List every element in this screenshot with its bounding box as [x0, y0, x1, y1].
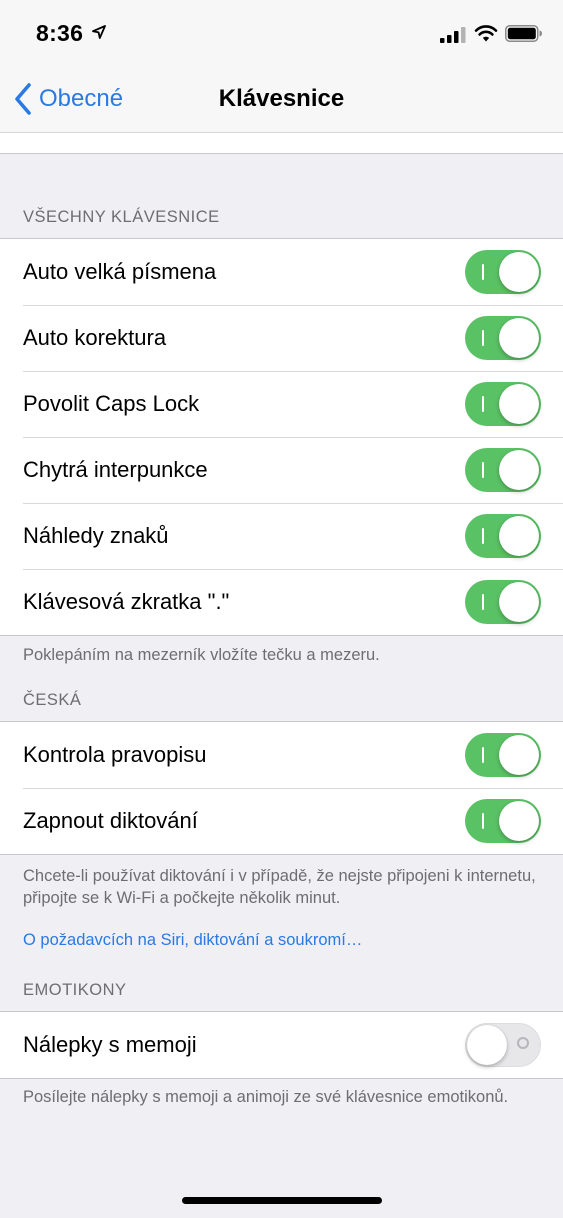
row-memoji-stickers: Nálepky s memoji [0, 1012, 563, 1078]
section-header-czech: ČESKÁ [23, 691, 82, 709]
toggle-on-mark [482, 594, 484, 610]
row-label: Chytrá interpunkce [23, 457, 208, 482]
cellular-signal-icon [440, 27, 466, 43]
row-character-preview: Náhledy znaků [0, 503, 563, 569]
row-label: Náhledy znaků [23, 523, 169, 548]
row-label: Auto korektura [23, 325, 167, 350]
section-header-emoji: EMOTIKONY [23, 981, 127, 999]
partial-row [0, 132, 563, 154]
group-emoji: Nálepky s memoji [0, 1011, 563, 1079]
character-preview-toggle[interactable] [465, 514, 541, 558]
row-label: Povolit Caps Lock [23, 391, 200, 416]
auto-capitalization-toggle[interactable] [465, 250, 541, 294]
group-all-keyboards: Auto velká písmena Auto korektura Povoli… [0, 238, 563, 636]
memoji-stickers-toggle[interactable] [465, 1023, 541, 1067]
toggle-on-mark [482, 264, 484, 280]
group-czech: Kontrola pravopisu Zapnout diktování [0, 721, 563, 855]
location-arrow-icon [92, 25, 106, 39]
row-spell-check: Kontrola pravopisu [0, 722, 563, 788]
period-shortcut-toggle[interactable] [465, 580, 541, 624]
row-smart-punctuation: Chytrá interpunkce [0, 437, 563, 503]
toggle-knob [499, 516, 539, 556]
toggle-knob [499, 450, 539, 490]
toggle-off-mark [517, 1037, 529, 1049]
home-indicator[interactable] [182, 1197, 382, 1204]
spell-check-toggle[interactable] [465, 733, 541, 777]
dictation-toggle[interactable] [465, 799, 541, 843]
toggle-knob [499, 384, 539, 424]
toggle-on-mark [482, 747, 484, 763]
toggle-knob [499, 801, 539, 841]
smart-punctuation-toggle[interactable] [465, 448, 541, 492]
toggle-on-mark [482, 462, 484, 478]
row-label: Nálepky s memoji [23, 1032, 197, 1057]
siri-privacy-link[interactable]: O požadavcích na Siri, diktování a soukr… [23, 931, 362, 950]
toggle-knob [467, 1025, 507, 1065]
toggle-knob [499, 318, 539, 358]
row-label: Auto velká písmena [23, 259, 217, 284]
status-bar: 8:36 [0, 0, 563, 66]
row-label: Kontrola pravopisu [23, 742, 207, 767]
toggle-on-mark [482, 330, 484, 346]
row-label: Klávesová zkratka "." [23, 589, 230, 614]
toggle-on-mark [482, 528, 484, 544]
row-auto-correction: Auto korektura [0, 305, 563, 371]
page-title: Klávesnice [218, 85, 345, 112]
section-footer-all-keyboards: Poklepáním na mezerník vložíte tečku a m… [23, 646, 380, 664]
toggle-knob [499, 252, 539, 292]
section-footer-czech: Chcete-li používat diktování i v případě… [23, 867, 536, 907]
wifi-icon [474, 25, 498, 42]
battery-icon [505, 25, 542, 42]
section-header-all-keyboards: VŠECHNY KLÁVESNICE [23, 208, 220, 226]
auto-correction-toggle[interactable] [465, 316, 541, 360]
toggle-on-mark [482, 396, 484, 412]
row-dictation: Zapnout diktování [0, 788, 563, 854]
section-footer-emoji: Posílejte nálepky s memoji a animoji ze … [23, 1088, 509, 1106]
row-caps-lock: Povolit Caps Lock [0, 371, 563, 437]
status-time: 8:36 [36, 20, 84, 46]
row-label: Zapnout diktování [23, 808, 198, 833]
row-auto-capitalization: Auto velká písmena [0, 239, 563, 305]
toggle-knob [499, 735, 539, 775]
toggle-knob [499, 582, 539, 622]
toggle-on-mark [482, 813, 484, 829]
caps-lock-toggle[interactable] [465, 382, 541, 426]
navigation-bar: Obecné Klávesnice [0, 66, 563, 132]
row-period-shortcut: Klávesová zkratka "." [0, 569, 563, 635]
